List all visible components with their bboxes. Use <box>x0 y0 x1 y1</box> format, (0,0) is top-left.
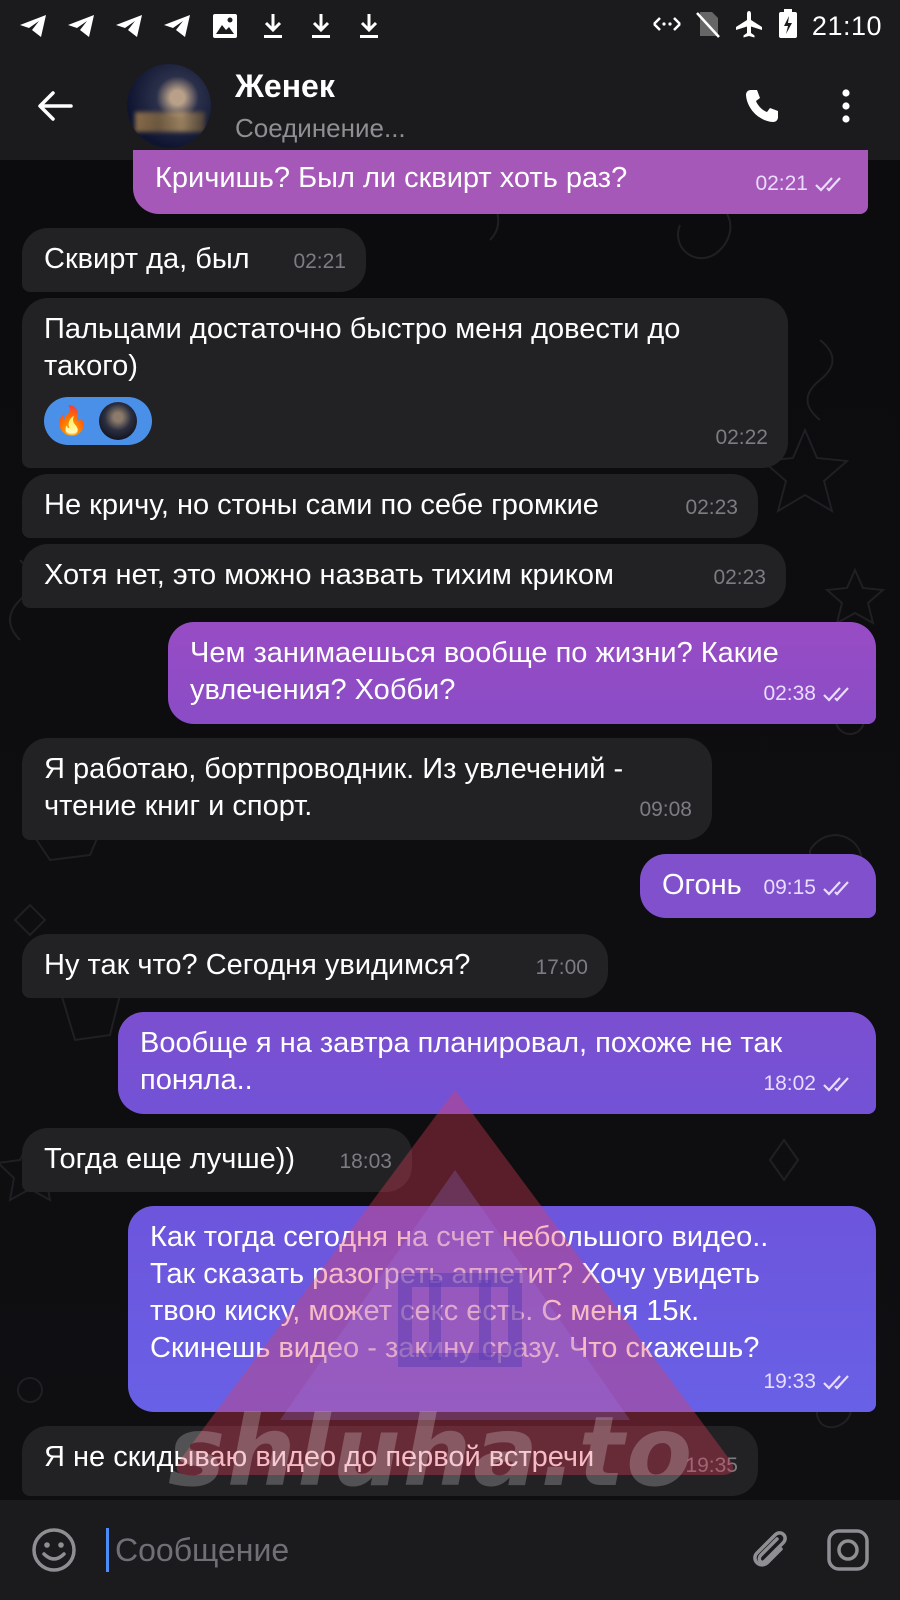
message-composer <box>0 1500 900 1600</box>
message-time: 02:23 <box>713 566 766 589</box>
back-button[interactable] <box>25 76 85 136</box>
message-bubble-incoming[interactable]: Я работаю, бортпроводник. Из увлечений -… <box>22 738 712 840</box>
message-text: Пальцами достаточно быстро меня довести … <box>44 313 681 382</box>
message-bubble-outgoing[interactable]: Кричишь? Был ли сквирт хоть раз? 02:21 <box>133 150 868 214</box>
message-bubble-outgoing[interactable]: Как тогда сегодня на счет небольшого вид… <box>128 1206 876 1412</box>
message-time: 02:22 <box>715 426 768 449</box>
more-options-button[interactable] <box>822 82 870 130</box>
connection-status: Соединение... <box>235 113 406 143</box>
message-text: Чем занимаешься вообще по жизни? Какие у… <box>190 637 779 706</box>
message-bubble-incoming[interactable]: Не кричу, но стоны сами по себе громкие … <box>22 474 758 538</box>
attach-button[interactable] <box>742 1522 798 1578</box>
double-check-icon <box>823 1374 849 1390</box>
download-icon <box>258 11 288 41</box>
message-text: Не кричу, но стоны сами по себе громкие <box>44 489 599 521</box>
text-caret <box>106 1528 109 1572</box>
message-time: 19:33 <box>763 1370 816 1393</box>
notification-icons <box>0 11 384 41</box>
download-icon <box>306 11 336 41</box>
message-text: Тогда еще лучше)) <box>44 1143 296 1175</box>
back-arrow-icon <box>38 91 73 121</box>
message-text: Я работаю, бортпроводник. Из увлечений -… <box>44 753 624 822</box>
telegram-icon <box>162 11 192 41</box>
telegram-icon <box>114 11 144 41</box>
message-bubble-outgoing[interactable]: Огонь 09:15 <box>640 854 876 918</box>
message-time: 18:03 <box>339 1150 392 1173</box>
message-bubble-incoming[interactable]: Тогда еще лучше)) 18:03 <box>22 1128 412 1192</box>
clock-time: 21:10 <box>811 10 882 41</box>
message-bubble-incoming[interactable]: Пальцами достаточно быстро меня довести … <box>22 298 788 468</box>
telegram-icon <box>66 11 96 41</box>
chat-header: Женек Соединение... <box>0 52 900 160</box>
contact-info[interactable]: Женек Соединение... <box>235 68 406 144</box>
message-text: Ну так что? Сегодня увидимся? <box>44 949 471 981</box>
message-time: 17:00 <box>535 956 588 979</box>
call-button[interactable] <box>738 82 786 130</box>
fire-emoji-icon: 🔥 <box>54 405 89 436</box>
message-bubble-incoming[interactable]: Сквирт да, был 02:21 <box>22 228 366 292</box>
message-bubble-incoming[interactable]: Ну так что? Сегодня увидимся? 17:00 <box>22 934 608 998</box>
emoji-button[interactable] <box>26 1522 82 1578</box>
message-time: 09:08 <box>639 798 692 821</box>
message-bubble-outgoing[interactable]: Чем занимаешься вообще по жизни? Какие у… <box>168 622 876 724</box>
battery-charging-icon <box>778 8 798 44</box>
message-text: Кричишь? Был ли сквирт хоть раз? <box>155 162 628 194</box>
paperclip-icon <box>753 1531 787 1567</box>
no-sim-icon <box>696 10 720 43</box>
camera-icon <box>827 1529 869 1571</box>
telegram-icon <box>18 11 48 41</box>
image-icon <box>210 11 240 41</box>
message-time: 02:21 <box>755 172 808 195</box>
double-check-icon <box>823 1076 849 1092</box>
message-input[interactable] <box>113 1530 677 1570</box>
reaction-chip[interactable]: 🔥 <box>44 397 152 445</box>
double-check-icon <box>823 880 849 896</box>
double-check-icon <box>815 176 841 192</box>
watermark-text: shluha.to <box>168 1396 695 1508</box>
message-text: Хотя нет, это можно назвать тихим криком <box>44 559 614 591</box>
contact-name: Женек <box>235 68 335 104</box>
smiley-icon <box>32 1528 76 1572</box>
camera-button[interactable] <box>820 1522 876 1578</box>
double-check-icon <box>823 686 849 702</box>
message-time: 09:15 <box>763 876 816 899</box>
reactor-avatar <box>98 402 137 440</box>
kebab-menu-icon <box>842 89 850 123</box>
contact-avatar[interactable] <box>127 64 211 148</box>
message-time: 02:21 <box>293 250 346 273</box>
message-bubble-outgoing[interactable]: Вообще я на завтра планировал, похоже не… <box>118 1012 876 1114</box>
status-bar: 21:10 <box>0 0 900 52</box>
message-text: Вообще я на завтра планировал, похоже не… <box>140 1027 783 1096</box>
message-text: Как тогда сегодня на счет небольшого вид… <box>150 1221 769 1364</box>
download-icon <box>354 11 384 41</box>
message-bubble-incoming[interactable]: Хотя нет, это можно назвать тихим криком… <box>22 544 786 608</box>
message-time: 02:38 <box>763 682 816 705</box>
message-time: 02:23 <box>685 496 738 519</box>
message-time: 18:02 <box>763 1072 816 1095</box>
airplane-icon <box>734 9 764 44</box>
data-arrows-icon <box>652 14 682 39</box>
phone-icon <box>746 90 778 122</box>
